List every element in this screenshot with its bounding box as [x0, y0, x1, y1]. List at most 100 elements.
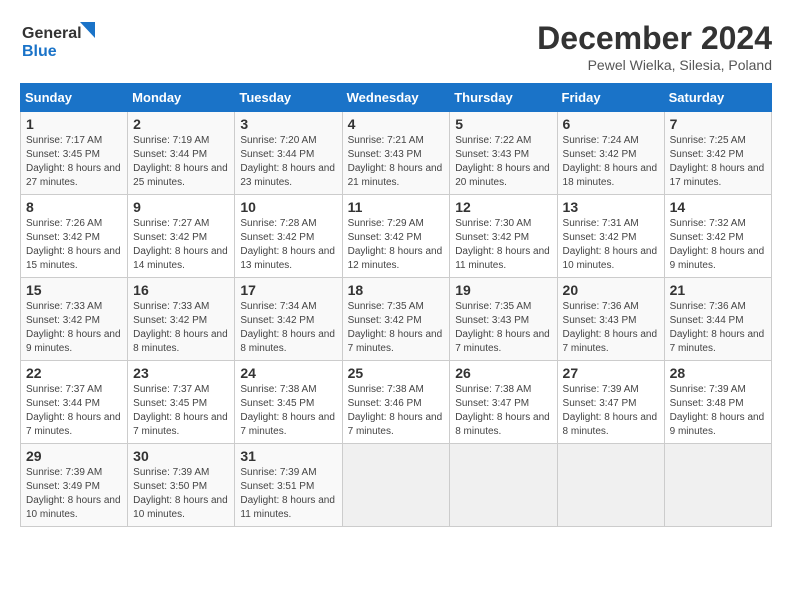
day-number: 26 — [455, 365, 551, 381]
col-tuesday: Tuesday — [235, 84, 342, 112]
calendar-cell: 16 Sunrise: 7:33 AMSunset: 3:42 PMDayligh… — [128, 278, 235, 361]
title-area: December 2024 Pewel Wielka, Silesia, Pol… — [537, 20, 772, 73]
day-info: Sunrise: 7:33 AMSunset: 3:42 PMDaylight:… — [133, 300, 229, 356]
day-info: Sunrise: 7:38 AMSunset: 3:46 PMDaylight:… — [348, 383, 445, 439]
day-number: 22 — [26, 365, 122, 381]
day-info: Sunrise: 7:21 AMSunset: 3:43 PMDaylight:… — [348, 134, 445, 190]
header-row: Sunday Monday Tuesday Wednesday Thursday… — [21, 84, 772, 112]
day-number: 27 — [563, 365, 659, 381]
calendar-cell: 21 Sunrise: 7:36 AMSunset: 3:44 PMDayligh… — [664, 278, 771, 361]
day-info: Sunrise: 7:27 AMSunset: 3:42 PMDaylight:… — [133, 217, 229, 273]
day-info: Sunrise: 7:39 AMSunset: 3:50 PMDaylight:… — [133, 466, 229, 522]
day-number: 5 — [455, 116, 551, 132]
calendar-cell: 14Sunrise: 7:32 AMSunset: 3:42 PMDayligh… — [664, 195, 771, 278]
day-info: Sunrise: 7:28 AMSunset: 3:42 PMDaylight:… — [240, 217, 336, 273]
day-info: Sunrise: 7:39 AMSunset: 3:47 PMDaylight:… — [563, 383, 659, 439]
day-info: Sunrise: 7:24 AMSunset: 3:42 PMDaylight:… — [563, 134, 659, 190]
day-info: Sunrise: 7:31 AMSunset: 3:42 PMDaylight:… — [563, 217, 659, 273]
calendar-cell: 27 Sunrise: 7:39 AMSunset: 3:47 PMDayligh… — [557, 361, 664, 444]
calendar-cell — [664, 444, 771, 527]
calendar-row: 29Sunrise: 7:39 AMSunset: 3:49 PMDayligh… — [21, 444, 772, 527]
day-number: 21 — [670, 282, 766, 298]
calendar-cell: 18 Sunrise: 7:35 AMSunset: 3:42 PMDayligh… — [342, 278, 450, 361]
day-number: 15 — [26, 282, 122, 298]
calendar-cell: 31Sunrise: 7:39 AMSunset: 3:51 PMDayligh… — [235, 444, 342, 527]
day-info: Sunrise: 7:29 AMSunset: 3:42 PMDaylight:… — [348, 217, 445, 273]
day-number: 20 — [563, 282, 659, 298]
calendar-cell — [342, 444, 450, 527]
svg-text:General: General — [22, 25, 82, 42]
day-number: 30 — [133, 448, 229, 464]
day-number: 19 — [455, 282, 551, 298]
day-number: 14 — [670, 199, 766, 215]
calendar-cell: 29Sunrise: 7:39 AMSunset: 3:49 PMDayligh… — [21, 444, 128, 527]
day-number: 11 — [348, 199, 445, 215]
calendar-cell: 24 Sunrise: 7:38 AMSunset: 3:45 PMDayligh… — [235, 361, 342, 444]
calendar-cell: 7 Sunrise: 7:25 AMSunset: 3:42 PMDaylight… — [664, 112, 771, 195]
day-info: Sunrise: 7:17 AMSunset: 3:45 PMDaylight:… — [26, 134, 122, 190]
day-number: 12 — [455, 199, 551, 215]
logo-svg: GeneralBlue — [20, 20, 110, 62]
day-number: 24 — [240, 365, 336, 381]
svg-text:Blue: Blue — [22, 43, 57, 60]
calendar-row: 8 Sunrise: 7:26 AMSunset: 3:42 PMDaylight… — [21, 195, 772, 278]
col-friday: Friday — [557, 84, 664, 112]
day-number: 13 — [563, 199, 659, 215]
day-info: Sunrise: 7:37 AMSunset: 3:44 PMDaylight:… — [26, 383, 122, 439]
page-header: GeneralBlue December 2024 Pewel Wielka, … — [20, 20, 772, 73]
day-info: Sunrise: 7:37 AMSunset: 3:45 PMDaylight:… — [133, 383, 229, 439]
day-number: 23 — [133, 365, 229, 381]
day-number: 18 — [348, 282, 445, 298]
day-number: 8 — [26, 199, 122, 215]
calendar-cell: 15 Sunrise: 7:33 AMSunset: 3:42 PMDayligh… — [21, 278, 128, 361]
col-monday: Monday — [128, 84, 235, 112]
day-info: Sunrise: 7:25 AMSunset: 3:42 PMDaylight:… — [670, 134, 766, 190]
day-info: Sunrise: 7:39 AMSunset: 3:48 PMDaylight:… — [670, 383, 766, 439]
calendar-cell — [450, 444, 557, 527]
day-number: 10 — [240, 199, 336, 215]
calendar-cell: 19Sunrise: 7:35 AMSunset: 3:43 PMDayligh… — [450, 278, 557, 361]
calendar-cell: 11 Sunrise: 7:29 AMSunset: 3:42 PMDayligh… — [342, 195, 450, 278]
day-info: Sunrise: 7:19 AMSunset: 3:44 PMDaylight:… — [133, 134, 229, 190]
calendar-cell: 6Sunrise: 7:24 AMSunset: 3:42 PMDaylight… — [557, 112, 664, 195]
day-info: Sunrise: 7:33 AMSunset: 3:42 PMDaylight:… — [26, 300, 122, 356]
calendar-cell: 1 Sunrise: 7:17 AMSunset: 3:45 PMDaylight… — [21, 112, 128, 195]
calendar-cell: 30 Sunrise: 7:39 AMSunset: 3:50 PMDayligh… — [128, 444, 235, 527]
calendar-cell: 23 Sunrise: 7:37 AMSunset: 3:45 PMDayligh… — [128, 361, 235, 444]
calendar-row: 1 Sunrise: 7:17 AMSunset: 3:45 PMDaylight… — [21, 112, 772, 195]
month-title: December 2024 — [537, 20, 772, 57]
col-thursday: Thursday — [450, 84, 557, 112]
calendar-cell: 22 Sunrise: 7:37 AMSunset: 3:44 PMDayligh… — [21, 361, 128, 444]
calendar-cell: 20 Sunrise: 7:36 AMSunset: 3:43 PMDayligh… — [557, 278, 664, 361]
day-info: Sunrise: 7:39 AMSunset: 3:51 PMDaylight:… — [240, 466, 336, 522]
day-info: Sunrise: 7:35 AMSunset: 3:42 PMDaylight:… — [348, 300, 445, 356]
day-number: 28 — [670, 365, 766, 381]
calendar-row: 15 Sunrise: 7:33 AMSunset: 3:42 PMDayligh… — [21, 278, 772, 361]
day-info: Sunrise: 7:38 AMSunset: 3:45 PMDaylight:… — [240, 383, 336, 439]
calendar-row: 22 Sunrise: 7:37 AMSunset: 3:44 PMDayligh… — [21, 361, 772, 444]
col-wednesday: Wednesday — [342, 84, 450, 112]
day-number: 16 — [133, 282, 229, 298]
calendar-table: Sunday Monday Tuesday Wednesday Thursday… — [20, 83, 772, 527]
day-info: Sunrise: 7:26 AMSunset: 3:42 PMDaylight:… — [26, 217, 122, 273]
day-number: 25 — [348, 365, 445, 381]
day-info: Sunrise: 7:36 AMSunset: 3:43 PMDaylight:… — [563, 300, 659, 356]
logo: GeneralBlue — [20, 20, 110, 62]
calendar-cell: 3Sunrise: 7:20 AMSunset: 3:44 PMDaylight… — [235, 112, 342, 195]
calendar-cell: 10 Sunrise: 7:28 AMSunset: 3:42 PMDayligh… — [235, 195, 342, 278]
calendar-cell: 25 Sunrise: 7:38 AMSunset: 3:46 PMDayligh… — [342, 361, 450, 444]
day-number: 1 — [26, 116, 122, 132]
day-info: Sunrise: 7:34 AMSunset: 3:42 PMDaylight:… — [240, 300, 336, 356]
calendar-cell: 4Sunrise: 7:21 AMSunset: 3:43 PMDaylight… — [342, 112, 450, 195]
day-info: Sunrise: 7:36 AMSunset: 3:44 PMDaylight:… — [670, 300, 766, 356]
calendar-cell: 2 Sunrise: 7:19 AMSunset: 3:44 PMDaylight… — [128, 112, 235, 195]
day-info: Sunrise: 7:30 AMSunset: 3:42 PMDaylight:… — [455, 217, 551, 273]
day-info: Sunrise: 7:38 AMSunset: 3:47 PMDaylight:… — [455, 383, 551, 439]
day-number: 7 — [670, 116, 766, 132]
col-sunday: Sunday — [21, 84, 128, 112]
calendar-cell — [557, 444, 664, 527]
day-info: Sunrise: 7:20 AMSunset: 3:44 PMDaylight:… — [240, 134, 336, 190]
day-number: 17 — [240, 282, 336, 298]
calendar-cell: 9Sunrise: 7:27 AMSunset: 3:42 PMDaylight… — [128, 195, 235, 278]
day-number: 2 — [133, 116, 229, 132]
